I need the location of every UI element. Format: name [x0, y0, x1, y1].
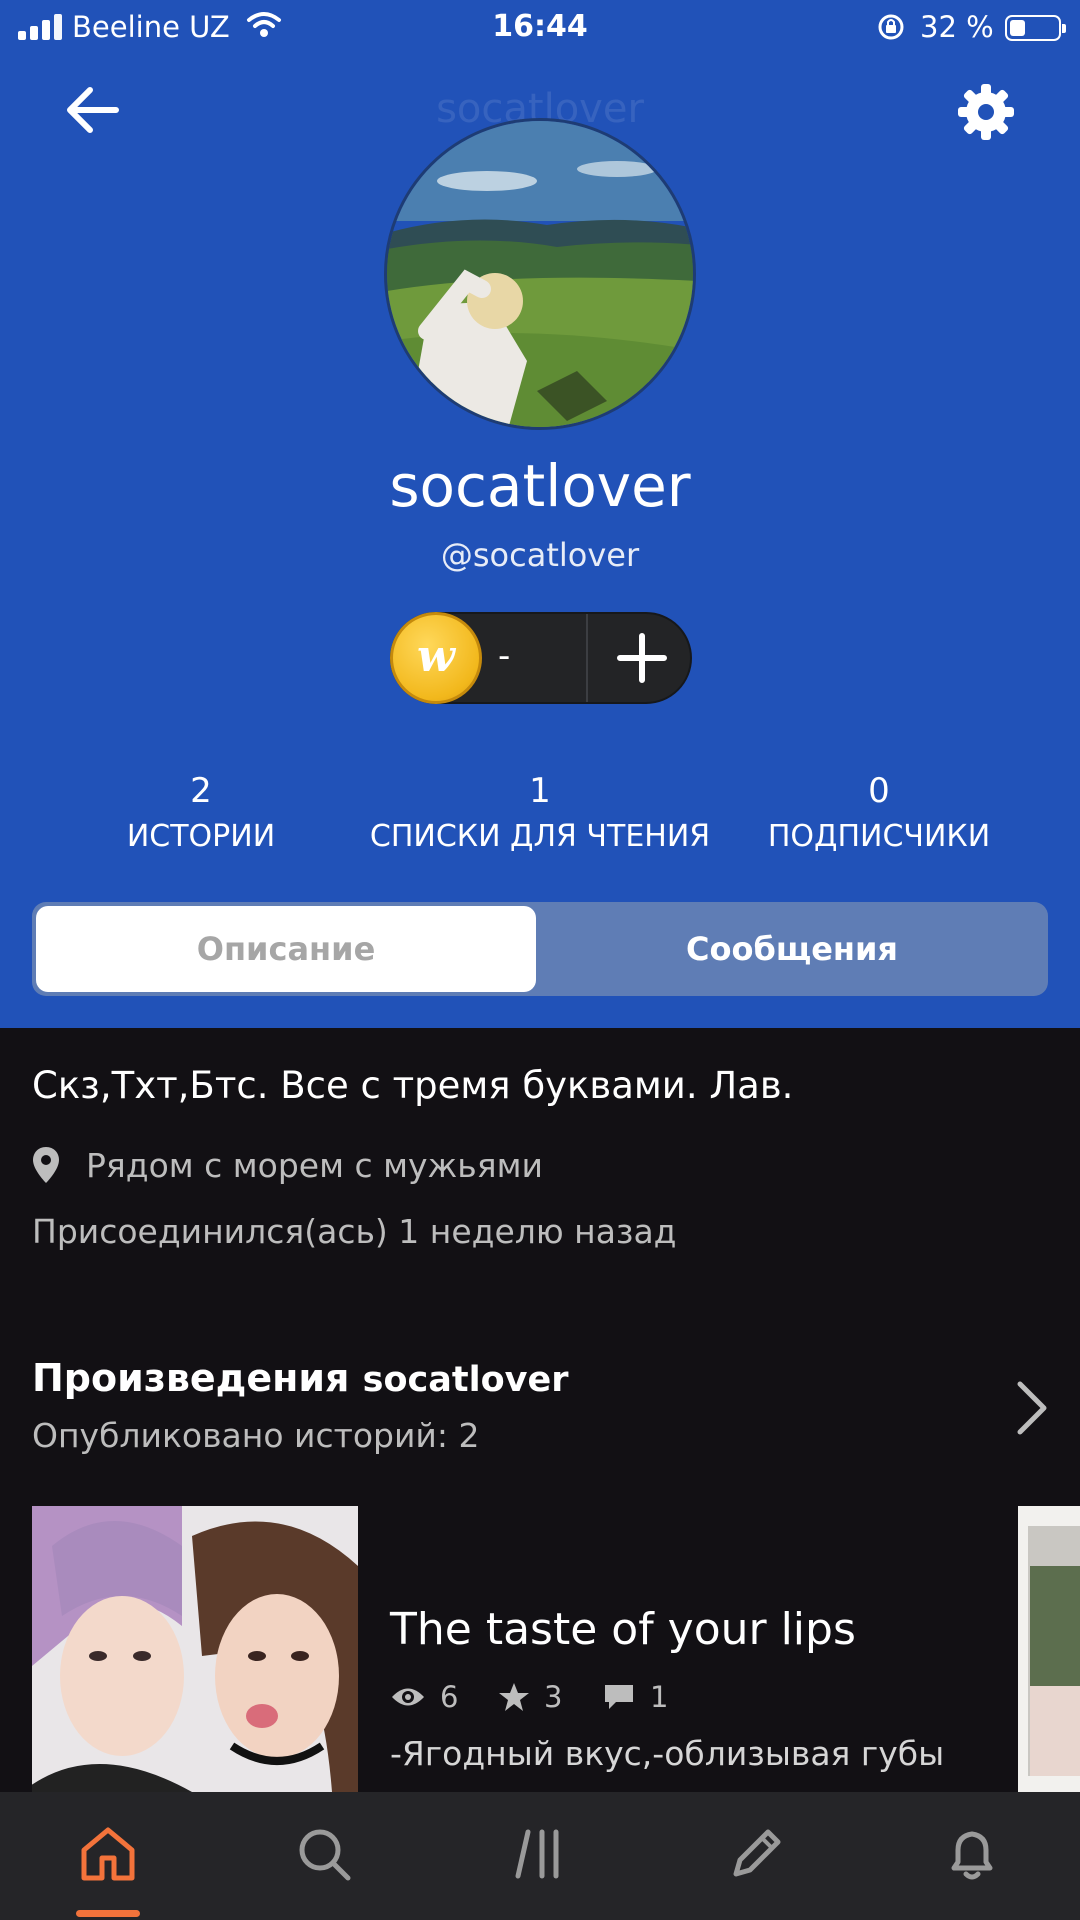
story-title[interactable]: The taste of your lips	[390, 1604, 856, 1655]
display-name: socatlover	[389, 452, 691, 520]
search-icon	[299, 1829, 351, 1881]
tab-notifications[interactable]	[864, 1792, 1080, 1920]
tab-library[interactable]	[432, 1792, 648, 1920]
stat-label: СПИСКИ ДЛЯ ЧТЕНИЯ	[369, 819, 711, 854]
add-coins-button[interactable]	[590, 614, 690, 702]
comment-icon	[605, 1685, 633, 1709]
rotation-lock-icon	[878, 14, 904, 40]
works-heading[interactable]: Произведения socatlover	[32, 1356, 568, 1400]
stat-stories[interactable]: 2 ИСТОРИИ	[21, 770, 381, 858]
profile-segment-control: Описание Сообщения	[32, 902, 1048, 996]
battery-percent: 32 %	[920, 10, 994, 44]
active-tab-indicator	[76, 1910, 140, 1917]
views-stat: 6	[390, 1680, 458, 1714]
votes-count: 3	[544, 1680, 563, 1714]
stat-value: 1	[529, 771, 551, 811]
profile-header: Beeline UZ 16:44 32 % socatlover socatlo…	[0, 0, 1080, 1028]
bottom-tab-bar	[0, 1792, 1080, 1920]
location-pin-icon	[33, 1147, 59, 1183]
story-cover[interactable]	[32, 1506, 358, 1792]
home-icon	[81, 1827, 135, 1881]
battery-icon	[1005, 15, 1066, 41]
eye-icon	[392, 1688, 424, 1706]
gear-icon[interactable]	[956, 82, 1016, 142]
profile-bio: Скз,Тхт,Бтс. Все с тремя буквами. Лав.	[32, 1064, 794, 1107]
tab-home[interactable]	[0, 1792, 216, 1920]
comments-count: 1	[650, 1680, 669, 1714]
library-icon	[515, 1829, 559, 1879]
story-description: -Ягодный вкус,-облизывая губы	[390, 1734, 945, 1773]
comments-stat: 1	[602, 1680, 668, 1714]
profile-location: Рядом с морем с мужьями	[86, 1146, 543, 1185]
stat-reading-lists[interactable]: 1 СПИСКИ ДЛЯ ЧТЕНИЯ	[360, 770, 720, 858]
stat-label: ПОДПИСЧИКИ	[767, 819, 991, 854]
views-count: 6	[440, 1680, 459, 1714]
works-heading-label: Произведения	[32, 1356, 350, 1400]
join-date: Присоединился(ась) 1 неделю назад	[32, 1212, 677, 1251]
works-heading-user: socatlover	[362, 1360, 569, 1400]
story-cover-next[interactable]	[1018, 1506, 1080, 1792]
chevron-right-icon[interactable]	[1014, 1380, 1050, 1436]
stat-value: 0	[868, 771, 890, 811]
divider	[586, 614, 588, 702]
avatar[interactable]	[384, 118, 696, 430]
works-count: Опубликовано историй: 2	[32, 1416, 480, 1455]
stat-label: ИСТОРИИ	[126, 819, 276, 854]
write-icon	[733, 1829, 781, 1877]
coin-icon: w	[390, 612, 482, 704]
stat-value: 2	[190, 771, 212, 811]
coin-balance: -	[498, 636, 511, 676]
username-handle: @socatlover	[440, 536, 640, 574]
votes-stat: 3	[498, 1680, 562, 1714]
stat-followers[interactable]: 0 ПОДПИСЧИКИ	[699, 770, 1059, 858]
star-icon	[499, 1683, 529, 1711]
status-bar: Beeline UZ 16:44 32 %	[0, 0, 1080, 56]
tab-about[interactable]: Описание	[36, 930, 536, 968]
tab-write[interactable]	[648, 1792, 864, 1920]
bell-icon	[951, 1831, 993, 1880]
clock: 16:44	[492, 9, 588, 44]
tab-messages[interactable]: Сообщения	[540, 930, 1044, 968]
tab-search[interactable]	[216, 1792, 432, 1920]
coins-widget: w -	[390, 612, 692, 704]
